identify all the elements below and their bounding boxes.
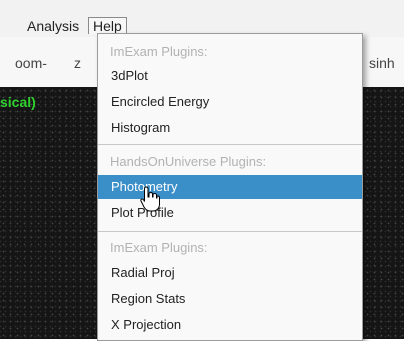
menu-help[interactable]: Help [88,17,127,34]
menu-item-region-stats[interactable]: Region Stats [98,287,362,311]
toolbar-scale-sinh[interactable]: sinh [369,55,395,71]
menu-item-3dplot[interactable]: 3dPlot [98,64,362,88]
menu-item-radial-proj[interactable]: Radial Proj [98,261,362,285]
canvas-coordinate-label: sical) [0,94,36,110]
menu-item-encircled-energy[interactable]: Encircled Energy [98,90,362,114]
menubar: Analysis Help [0,0,404,37]
menu-item-histogram[interactable]: Histogram [98,116,362,140]
toolbar-zoom-label[interactable]: z [74,55,81,71]
menu-item-plot-profile[interactable]: Plot Profile [98,201,362,225]
menu-analysis[interactable]: Analysis [27,18,79,34]
menu-section-header: ImExam Plugins: [110,240,208,255]
toolbar-zoom-minus[interactable]: oom- [15,55,47,71]
menu-section-header: ImExam Plugins: [110,44,208,59]
menu-separator [98,144,362,145]
analysis-dropdown-menu: ImExam Plugins: 3dPlot Encircled Energy … [97,33,363,341]
menu-separator [98,231,362,232]
menu-section-header: HandsOnUniverse Plugins: [110,154,267,169]
menu-item-photometry[interactable]: Photometry [98,175,362,199]
menu-item-x-projection[interactable]: X Projection [98,313,362,337]
hand-pointer-cursor-icon [140,186,160,212]
